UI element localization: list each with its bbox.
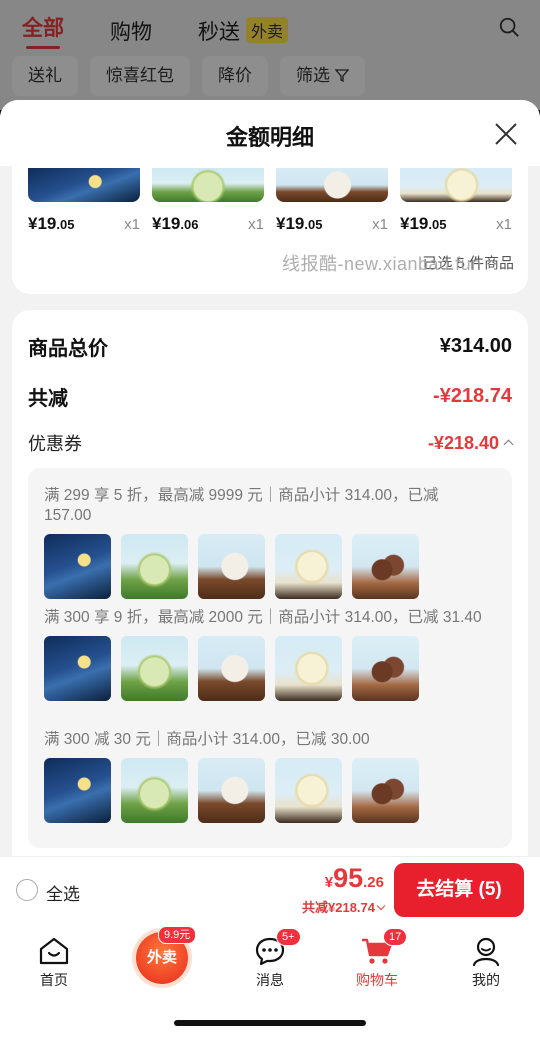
item-price-line: ¥19.05 x1 (276, 214, 388, 234)
promotion-product-thumbnail[interactable] (121, 758, 188, 823)
checkout-button[interactable]: 去结算 (5) (394, 863, 524, 917)
tab-home[interactable]: 首页 (14, 930, 94, 990)
total-currency: ¥ (324, 874, 334, 891)
tab-home-label: 首页 (40, 972, 68, 988)
item-quantity: x1 (496, 216, 512, 233)
close-icon[interactable] (494, 122, 518, 146)
item-price-integer: ¥19 (28, 214, 57, 233)
total-reduce-text: 共减¥218.74 (302, 900, 375, 915)
chevron-up-icon[interactable] (503, 439, 514, 449)
item-price-integer: ¥19 (152, 214, 181, 233)
promotion-1: 满 299 享 5 折，最高减 9999 元｜商品小计 314.00，已减 15… (44, 486, 484, 599)
promotion-2: 满 300 享 9 折，最高减 2000 元｜商品小计 314.00，已减 31… (44, 608, 484, 701)
total-reduce-value: -¥218.74 (433, 385, 512, 407)
goods-total-label: 商品总价 (28, 338, 108, 360)
promotion-3: 满 300 减 30 元｜商品小计 314.00，已减 30.00 (44, 730, 484, 823)
promotion-product-thumbnail[interactable] (275, 636, 342, 701)
goods-total-value: ¥314.00 (439, 335, 512, 357)
item-price-integer: ¥19 (276, 214, 305, 233)
promotion-text: 满 300 减 30 元｜商品小计 314.00，已减 30.00 (44, 731, 370, 748)
item-price-decimal: .05 (304, 217, 323, 232)
promotion-product-thumbnail[interactable] (352, 534, 419, 599)
item-price: ¥19.05 (28, 214, 74, 234)
promotion-product-thumbnail[interactable] (275, 534, 342, 599)
tab-cart[interactable]: 17 购物车 (337, 928, 417, 990)
selected-items-card: ¥19.05 x1 ¥19.06 x1 ¥19.05 x1 ¥19.05 x1 已选 5 件商… (12, 148, 528, 294)
promotions-box: 满 299 享 5 折，最高减 9999 元｜商品小计 314.00，已减 15… (28, 468, 512, 848)
promotion-product-thumbnail[interactable] (352, 758, 419, 823)
price-breakdown-card: 商品总价 ¥314.00 共减 -¥218.74 优惠券 -¥218.40 满 … (12, 310, 528, 870)
coupon-row[interactable]: 优惠券 -¥218.40 (28, 430, 514, 456)
promotion-product-thumbnail[interactable] (275, 758, 342, 823)
messages-badge: 5+ (276, 928, 301, 946)
item-price: ¥19.05 (276, 214, 322, 234)
waimai-price-tag: 9.9元 (158, 926, 197, 944)
promotion-text: 满 300 享 9 折，最高减 2000 元｜商品小计 314.00，已减 31… (44, 609, 482, 626)
selected-item[interactable]: ¥19.06 x1 (152, 168, 264, 234)
selected-items-row: ¥19.05 x1 ¥19.06 x1 ¥19.05 x1 ¥19.05 x1 (28, 168, 512, 234)
promotion-product-thumbnail[interactable] (44, 758, 111, 823)
product-thumbnail (152, 168, 264, 202)
promotion-thumbs (44, 534, 484, 599)
selected-item[interactable]: ¥19.05 x1 (400, 168, 512, 234)
tab-me-label: 我的 (472, 972, 500, 988)
tab-messages[interactable]: 5+ 消息 (230, 928, 310, 990)
item-price: ¥19.05 (400, 214, 446, 234)
item-price-line: ¥19.05 x1 (28, 214, 140, 234)
checkout-bar: 全选 ¥95.26 共减¥218.74 去结算 (5) (0, 856, 540, 922)
item-quantity: x1 (248, 216, 264, 233)
total-decimal: .26 (363, 874, 384, 891)
coupon-label: 优惠券 (28, 434, 82, 454)
promotion-product-thumbnail[interactable] (121, 636, 188, 701)
promotion-product-thumbnail[interactable] (198, 636, 265, 701)
selected-count: 已选 5 件商品 (422, 255, 514, 272)
item-price-line: ¥19.05 x1 (400, 214, 512, 234)
total-integer: 95 (333, 863, 364, 893)
product-thumbnail (28, 168, 140, 202)
promotion-product-thumbnail[interactable] (352, 636, 419, 701)
total-reduce-row: 共减 -¥218.74 (28, 382, 512, 411)
total-reduce-toggle[interactable]: 共减¥218.74 (302, 897, 386, 916)
chevron-down-icon (376, 901, 386, 911)
item-price-integer: ¥19 (400, 214, 429, 233)
promotion-product-thumbnail[interactable] (121, 534, 188, 599)
select-all-label[interactable]: 全选 (46, 880, 80, 905)
tab-me[interactable]: 我的 (446, 930, 526, 990)
selected-item[interactable]: ¥19.05 x1 (276, 168, 388, 234)
item-quantity: x1 (372, 216, 388, 233)
promotion-thumbs (44, 636, 484, 701)
goods-total-row: 商品总价 ¥314.00 (28, 332, 512, 361)
item-price-decimal: .05 (428, 217, 447, 232)
product-thumbnail (276, 168, 388, 202)
selected-item[interactable]: ¥19.05 x1 (28, 168, 140, 234)
promotion-product-thumbnail[interactable] (198, 534, 265, 599)
item-quantity: x1 (124, 216, 140, 233)
total-price: ¥95.26 (325, 863, 384, 894)
item-price-decimal: .05 (56, 217, 75, 232)
cart-badge: 17 (383, 928, 408, 946)
home-indicator (174, 1020, 366, 1026)
select-all-radio[interactable] (16, 879, 38, 901)
promotion-thumbs (44, 758, 484, 823)
promotion-text: 满 299 享 5 折，最高减 9999 元｜商品小计 314.00，已减 15… (44, 487, 439, 524)
promotion-product-thumbnail[interactable] (44, 534, 111, 599)
promotion-product-thumbnail[interactable] (198, 758, 265, 823)
amount-detail-sheet: 金额明细 ¥19.05 x1 ¥19.06 x1 ¥19.05 x1 ¥19.05 x1 已选… (0, 100, 540, 1038)
total-reduce-label: 共减 (28, 388, 68, 410)
profile-icon (472, 937, 500, 966)
tab-cart-label: 购物车 (356, 972, 398, 988)
product-thumbnail (400, 168, 512, 202)
coupon-amount: -¥218.40 (427, 432, 514, 454)
bottom-tab-bar: 首页 外卖 9.9元 5+ 消息 17 购物车 我的 (0, 922, 540, 1038)
promotion-product-thumbnail[interactable] (44, 636, 111, 701)
home-icon (39, 937, 69, 965)
item-price: ¥19.06 (152, 214, 198, 234)
item-price-decimal: .06 (180, 217, 199, 232)
coupon-value: -¥218.40 (427, 432, 499, 453)
tab-messages-label: 消息 (256, 972, 284, 988)
item-price-line: ¥19.06 x1 (152, 214, 264, 234)
